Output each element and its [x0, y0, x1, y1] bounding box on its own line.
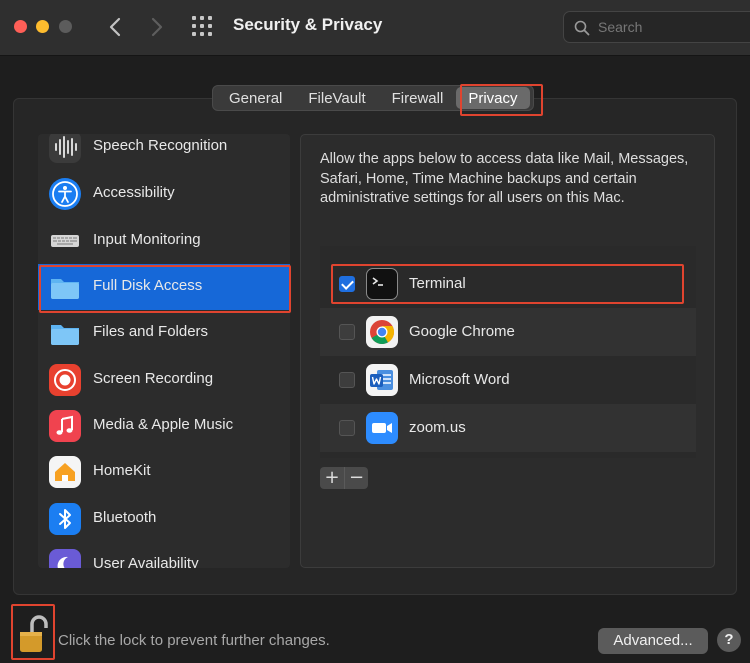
- lock-button[interactable]: [18, 612, 48, 656]
- folder-icon: [49, 271, 81, 303]
- sidebar-item-label: Media & Apple Music: [93, 416, 234, 433]
- sidebar-item-label: HomeKit: [93, 462, 151, 479]
- sidebar-item-accessibility[interactable]: Accessibility: [38, 171, 290, 217]
- chevron-left-icon: [109, 17, 121, 37]
- show-all-grid-button[interactable]: [192, 16, 216, 38]
- zoom-checkbox[interactable]: [339, 420, 355, 436]
- sidebar-item-label: Speech Recognition: [93, 137, 228, 154]
- list-item-terminal[interactable]: Terminal: [320, 260, 696, 308]
- list-item-zoom[interactable]: zoom.us: [320, 404, 696, 452]
- bluetooth-icon: [49, 503, 81, 535]
- tab-bar: General FileVault Firewall Privacy: [212, 85, 534, 111]
- app-label: Terminal: [409, 275, 466, 292]
- music-note-icon: [49, 410, 81, 442]
- list-item-microsoft-word[interactable]: Microsoft Word: [320, 356, 696, 404]
- record-icon: [49, 364, 81, 396]
- terminal-checkbox[interactable]: [339, 276, 355, 292]
- sidebar-item-input-monitoring[interactable]: Input Monitoring: [38, 218, 290, 264]
- sidebar-item-full-disk-access[interactable]: Full Disk Access: [38, 264, 290, 310]
- window-title: Security & Privacy: [233, 15, 383, 34]
- forward-button[interactable]: [146, 13, 168, 41]
- sidebar-item-screen-recording[interactable]: Screen Recording: [38, 357, 290, 403]
- app-label: Microsoft Word: [409, 371, 510, 388]
- app-label: Google Chrome: [409, 323, 515, 340]
- sidebar-item-bluetooth[interactable]: Bluetooth: [38, 496, 290, 542]
- sidebar-item-media-apple-music[interactable]: Media & Apple Music: [38, 403, 290, 449]
- app-list[interactable]: Terminal Google Chrome Microsoft Word zo…: [320, 246, 696, 458]
- tab-general[interactable]: General: [216, 86, 295, 110]
- google-chrome-checkbox[interactable]: [339, 324, 355, 340]
- search-input[interactable]: [598, 16, 748, 38]
- search-field[interactable]: [563, 11, 750, 43]
- add-app-button[interactable]: +: [320, 467, 344, 489]
- close-window-button[interactable]: [14, 20, 27, 33]
- tab-filevault[interactable]: FileVault: [295, 86, 378, 110]
- privacy-category-list[interactable]: Speech Recognition Accessibility Input M…: [38, 134, 290, 568]
- help-button[interactable]: ?: [717, 628, 741, 652]
- folder-icon: [49, 317, 81, 349]
- sidebar-item-label: Files and Folders: [93, 323, 209, 340]
- minimize-window-button[interactable]: [36, 20, 49, 33]
- sidebar-item-label: Accessibility: [93, 184, 175, 201]
- sidebar-item-files-and-folders[interactable]: Files and Folders: [38, 310, 290, 356]
- lock-status-text: Click the lock to prevent further change…: [58, 632, 330, 649]
- sidebar-item-label: Bluetooth: [93, 509, 157, 526]
- tab-firewall[interactable]: Firewall: [379, 86, 457, 110]
- list-item-google-chrome[interactable]: Google Chrome: [320, 308, 696, 356]
- sidebar-item-speech-recognition[interactable]: Speech Recognition: [38, 134, 290, 170]
- house-icon: [49, 456, 81, 488]
- terminal-icon: [366, 268, 398, 300]
- word-icon: [366, 364, 398, 396]
- advanced-button[interactable]: Advanced...: [598, 628, 708, 654]
- microsoft-word-checkbox[interactable]: [339, 372, 355, 388]
- keyboard-icon: [49, 225, 81, 257]
- sidebar-item-label: Screen Recording: [93, 370, 214, 387]
- sidebar-item-label: User Availability: [93, 555, 199, 568]
- moon-icon: [49, 549, 81, 568]
- search-icon: [574, 20, 590, 36]
- sidebar-item-label: Input Monitoring: [93, 231, 201, 248]
- sidebar-item-user-availability[interactable]: User Availability: [38, 542, 290, 568]
- zoom-icon: [366, 412, 398, 444]
- title-bar: Security & Privacy: [0, 0, 750, 56]
- back-button[interactable]: [104, 13, 126, 41]
- chrome-icon: [366, 316, 398, 348]
- accessibility-icon: [49, 178, 81, 210]
- sidebar-item-label: Full Disk Access: [93, 277, 203, 294]
- panel-description: Allow the apps below to access data like…: [320, 151, 689, 206]
- remove-app-button[interactable]: −: [344, 467, 368, 489]
- tab-privacy[interactable]: Privacy: [456, 87, 530, 109]
- zoom-window-button[interactable]: [59, 20, 72, 33]
- app-label: zoom.us: [409, 419, 466, 436]
- chevron-right-icon: [151, 17, 163, 37]
- sidebar-item-homekit[interactable]: HomeKit: [38, 449, 290, 495]
- unlocked-padlock-icon: [20, 615, 48, 652]
- add-remove-buttons: + −: [320, 467, 368, 489]
- waveform-icon: [49, 134, 81, 163]
